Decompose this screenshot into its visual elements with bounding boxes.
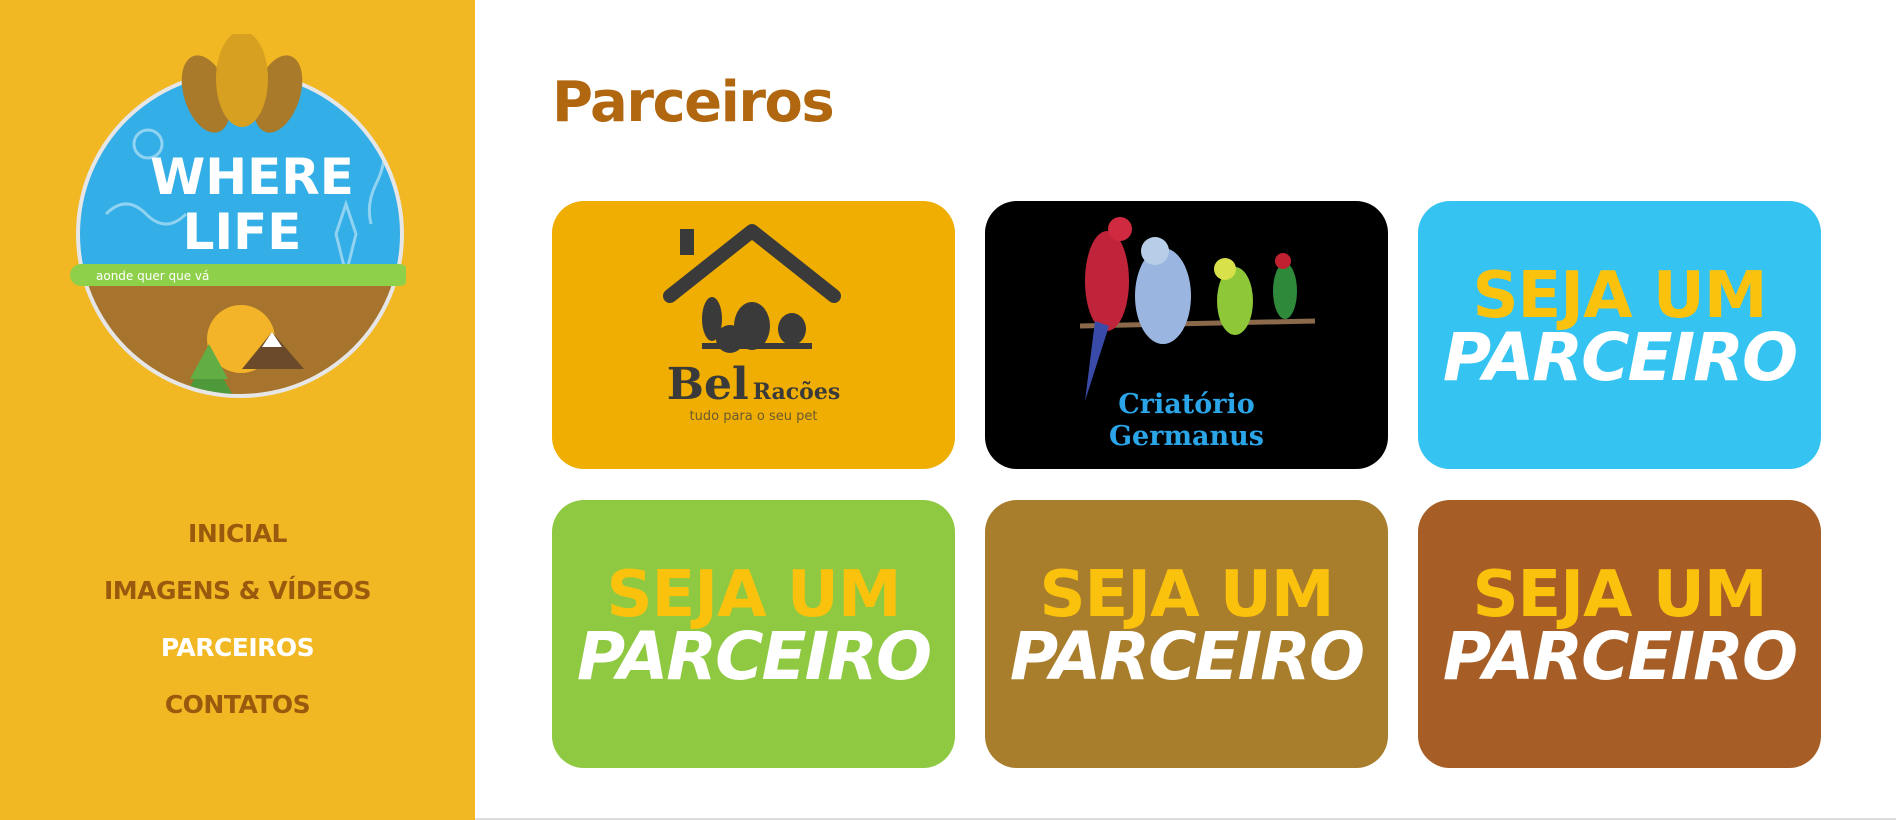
nav-parceiros[interactable]: PARCEIROS <box>0 619 475 676</box>
where-life-logo[interactable]: aonde quer que vá WHERE LIFE <box>66 34 406 404</box>
partner-card-cta-tan[interactable]: SEJA UM PARCEIRO <box>985 500 1388 768</box>
nav-contatos[interactable]: CONTATOS <box>0 676 475 733</box>
bel-racoes-logo-icon <box>552 201 955 469</box>
cta-bottom-text: PARCEIRO <box>576 618 932 695</box>
partner-card-cta-blue[interactable]: SEJA UM PARCEIRO <box>1418 201 1821 469</box>
main-content: Parceiros BelRacões tudo para o seu pet <box>475 0 1896 820</box>
partner-card-bel-racoes[interactable]: Bel Racões tudo para o seu pet <box>552 201 955 469</box>
cta-bottom-text: PARCEIRO <box>1442 319 1798 396</box>
logo-word-2: LIFE <box>183 203 302 261</box>
bel-small-text: Racões <box>752 379 841 405</box>
bel-racoes-tagline: tudo para o seu pet <box>689 409 818 424</box>
partner-card-criatorio-germanus[interactable]: Criatório Germanus <box>985 201 1388 469</box>
cta-bottom-text: PARCEIRO <box>1442 618 1798 695</box>
logo-tagline: aonde quer que vá <box>96 269 209 283</box>
nav-inicial[interactable]: INICIAL <box>0 505 475 562</box>
partner-card-cta-brown[interactable]: SEJA UM PARCEIRO <box>1418 500 1821 768</box>
nav-imagens-videos[interactable]: IMAGENS & VÍDEOS <box>0 562 475 619</box>
bel-big-text: Bel <box>666 359 749 410</box>
logo-word-1: WHERE <box>150 148 354 206</box>
main-nav: INICIAL IMAGENS & VÍDEOS PARCEIROS CONTA… <box>0 505 475 733</box>
criatorio-line1: Criatório <box>1118 389 1255 420</box>
page-title: Parceiros <box>552 70 835 135</box>
partner-card-cta-green[interactable]: SEJA UM PARCEIRO <box>552 500 955 768</box>
cta-bottom-text: PARCEIRO <box>1009 618 1365 695</box>
bel-racoes-name: Bel Racões <box>552 359 955 410</box>
sidebar: aonde quer que vá WHERE LIFE INICIAL IMA… <box>0 0 475 820</box>
criatorio-line2: Germanus <box>1109 421 1264 452</box>
